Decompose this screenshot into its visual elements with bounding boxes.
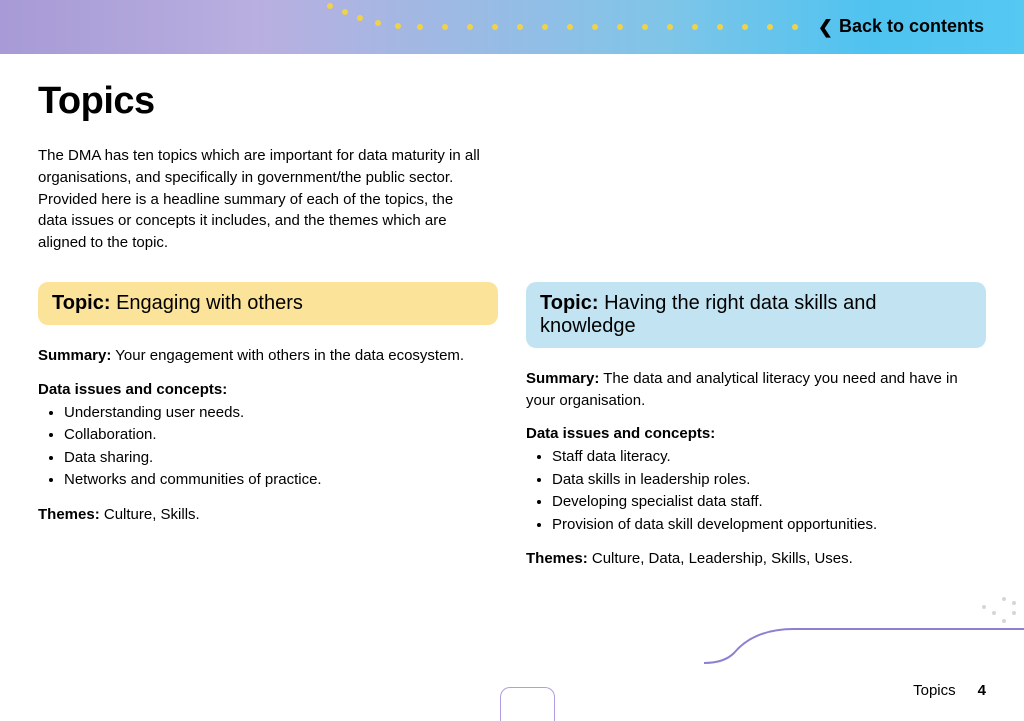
back-link-label: Back to contents [839, 16, 984, 37]
back-to-contents-link[interactable]: ❮ Back to contents [818, 16, 984, 37]
concepts-list: Staff data literacy. Data skills in lead… [526, 446, 986, 536]
topic-summary: Summary: Your engagement with others in … [38, 345, 498, 367]
concepts-list: Understanding user needs. Collaboration.… [38, 402, 498, 492]
chevron-left-icon: ❮ [818, 18, 833, 36]
themes-text: Culture, Data, Leadership, Skills, Uses. [592, 550, 853, 567]
summary-prefix: Summary: [526, 370, 599, 387]
topic-pill: Topic: Having the right data skills and … [526, 282, 986, 348]
topics-columns: Topic: Engaging with others Summary: You… [38, 282, 986, 568]
page-footer: Topics 4 [913, 682, 986, 699]
intro-paragraph: The DMA has ten topics which are importa… [38, 145, 483, 254]
topic-title: Engaging with others [116, 292, 303, 314]
topic-card: Topic: Having the right data skills and … [526, 282, 986, 568]
themes-prefix: Themes: [526, 550, 588, 567]
summary-prefix: Summary: [38, 347, 111, 364]
list-item: Data skills in leadership roles. [552, 469, 986, 492]
topic-themes: Themes: Culture, Skills. [38, 506, 498, 523]
list-item: Provision of data skill development oppo… [552, 514, 986, 537]
topic-prefix: Topic: [540, 292, 599, 314]
page-title: Topics [38, 80, 986, 123]
list-item: Collaboration. [64, 424, 498, 447]
list-item: Staff data literacy. [552, 446, 986, 469]
topic-prefix: Topic: [52, 292, 111, 314]
topic-themes: Themes: Culture, Data, Leadership, Skill… [526, 550, 986, 567]
themes-text: Culture, Skills. [104, 506, 200, 523]
list-item: Developing specialist data staff. [552, 491, 986, 514]
themes-prefix: Themes: [38, 506, 100, 523]
list-item: Understanding user needs. [64, 402, 498, 425]
decorative-box [500, 687, 555, 721]
topic-summary: Summary: The data and analytical literac… [526, 368, 986, 412]
concepts-heading: Data issues and concepts: [526, 425, 986, 442]
summary-text: Your engagement with others in the data … [115, 347, 464, 364]
concepts-heading: Data issues and concepts: [38, 381, 498, 398]
topic-pill: Topic: Engaging with others [38, 282, 498, 325]
footer-section: Topics [913, 682, 956, 699]
header-banner: ❮ Back to contents [0, 0, 1024, 54]
list-item: Networks and communities of practice. [64, 469, 498, 492]
topic-card: Topic: Engaging with others Summary: You… [38, 282, 498, 568]
page-number: 4 [978, 682, 986, 699]
page-content: Topics The DMA has ten topics which are … [38, 80, 986, 567]
decorative-curve [704, 593, 1024, 683]
list-item: Data sharing. [64, 447, 498, 470]
